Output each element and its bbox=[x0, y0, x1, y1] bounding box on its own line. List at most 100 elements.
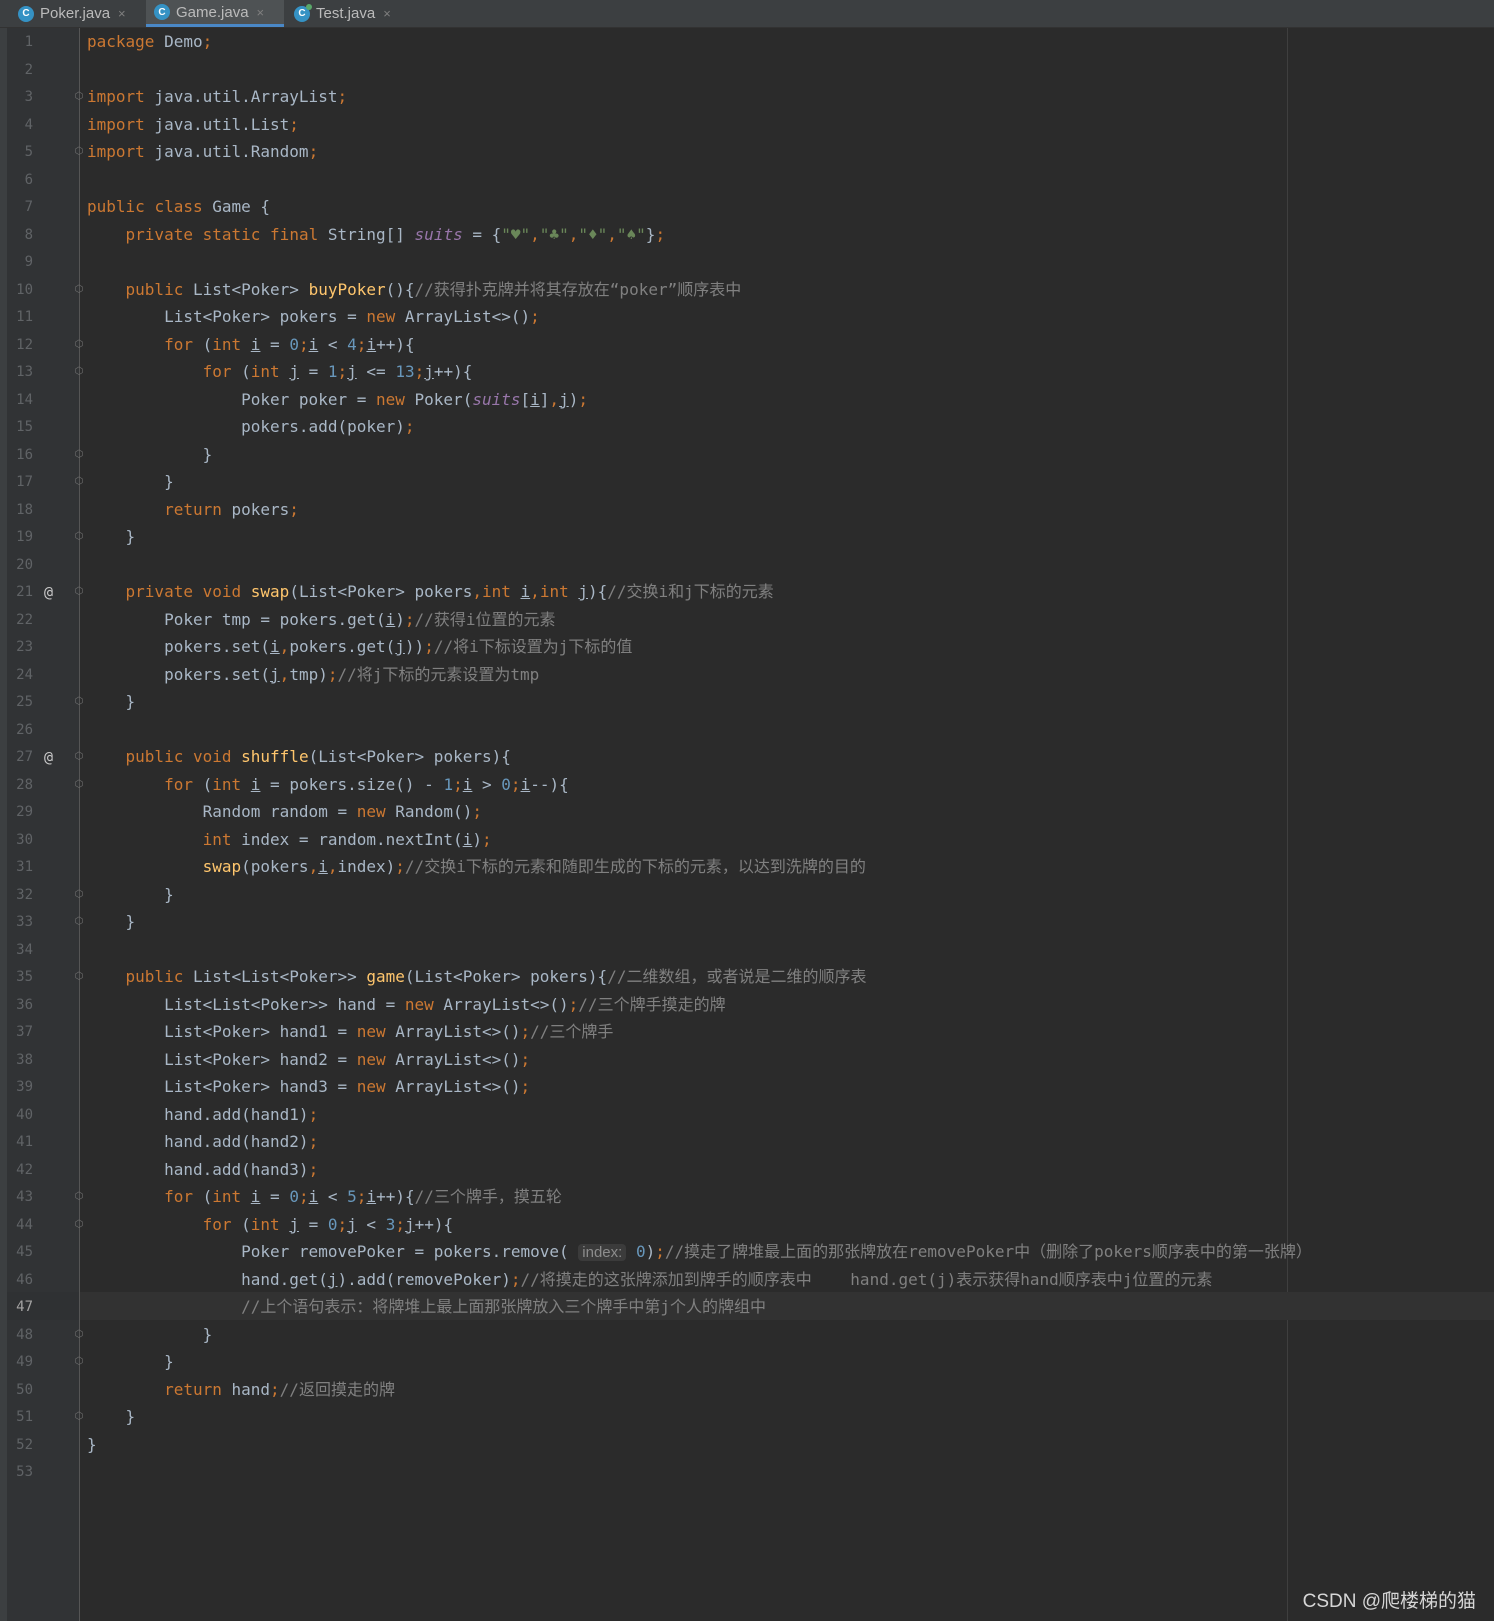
close-icon[interactable]: × bbox=[383, 6, 391, 21]
fold-marker-icon[interactable]: ⬡ bbox=[74, 696, 84, 708]
line-number[interactable]: 13 bbox=[7, 358, 33, 386]
line-number[interactable]: 22 bbox=[7, 606, 33, 634]
line-number[interactable]: 47 bbox=[7, 1293, 33, 1321]
line-number[interactable]: 17 bbox=[7, 468, 33, 496]
fold-marker-icon[interactable]: ⬡ bbox=[74, 1191, 84, 1203]
line-number[interactable]: 34 bbox=[7, 936, 33, 964]
code-line[interactable]: for (int i = 0;i < 5;i++){//三个牌手，摸五轮 bbox=[87, 1183, 562, 1211]
fold-marker-icon[interactable]: ⬡ bbox=[74, 971, 84, 983]
line-number[interactable]: 20 bbox=[7, 551, 33, 579]
line-number[interactable]: 1 bbox=[7, 28, 33, 56]
fold-marker-icon[interactable]: ⬡ bbox=[74, 284, 84, 296]
code-line[interactable]: } bbox=[87, 1321, 213, 1349]
code-line[interactable]: public List<List<Poker>> game(List<Poker… bbox=[87, 963, 867, 991]
code-line[interactable]: swap(pokers,i,index);//交换i下标的元素和随即生成的下标的… bbox=[87, 853, 866, 881]
fold-marker-icon[interactable]: ⬡ bbox=[74, 1411, 84, 1423]
code-line[interactable]: import java.util.ArrayList; bbox=[87, 83, 347, 111]
code-line[interactable]: } bbox=[87, 1348, 174, 1376]
code-line[interactable]: hand.get(j).add(removePoker);//将摸走的这张牌添加… bbox=[87, 1266, 1212, 1294]
line-number[interactable]: 5 bbox=[7, 138, 33, 166]
code-line[interactable]: } bbox=[87, 468, 174, 496]
line-number[interactable]: 15 bbox=[7, 413, 33, 441]
fold-marker-icon[interactable]: ⬡ bbox=[74, 146, 84, 158]
line-number[interactable]: 33 bbox=[7, 908, 33, 936]
fold-marker-icon[interactable]: ⬡ bbox=[74, 476, 84, 488]
line-number[interactable]: 4 bbox=[7, 111, 33, 139]
close-icon[interactable]: × bbox=[257, 5, 265, 20]
line-number[interactable]: 42 bbox=[7, 1156, 33, 1184]
line-number[interactable]: 18 bbox=[7, 496, 33, 524]
code-line[interactable]: private static final String[] suits = {"… bbox=[87, 221, 666, 249]
fold-marker-icon[interactable]: ⬡ bbox=[74, 91, 84, 103]
code-line[interactable]: } bbox=[87, 1403, 136, 1431]
code-line[interactable]: public class Game { bbox=[87, 193, 270, 221]
line-number[interactable]: 51 bbox=[7, 1403, 33, 1431]
code-line[interactable]: for (int j = 1;j <= 13;j++){ bbox=[87, 358, 473, 386]
code-line[interactable]: List<Poker> pokers = new ArrayList<>(); bbox=[87, 303, 540, 331]
line-number[interactable]: 7 bbox=[7, 193, 33, 221]
fold-marker-icon[interactable]: ⬡ bbox=[74, 339, 84, 351]
line-number[interactable]: 53 bbox=[7, 1458, 33, 1486]
code-line[interactable]: return hand;//返回摸走的牌 bbox=[87, 1376, 395, 1404]
line-number[interactable]: 45 bbox=[7, 1238, 33, 1266]
code-line[interactable]: Poker tmp = pokers.get(i);//获得i位置的元素 bbox=[87, 606, 555, 634]
tab-game[interactable]: C Game.java × bbox=[146, 0, 284, 27]
line-number[interactable]: 31 bbox=[7, 853, 33, 881]
line-number[interactable]: 36 bbox=[7, 991, 33, 1019]
code-line[interactable]: } bbox=[87, 441, 213, 469]
line-number[interactable]: 23 bbox=[7, 633, 33, 661]
code-line[interactable]: //上个语句表示：将牌堆上最上面那张牌放入三个牌手中第j个人的牌组中 bbox=[87, 1293, 766, 1321]
line-number[interactable]: 29 bbox=[7, 798, 33, 826]
line-number[interactable]: 46 bbox=[7, 1266, 33, 1294]
code-line[interactable]: List<Poker> hand1 = new ArrayList<>();//… bbox=[87, 1018, 613, 1046]
line-number[interactable]: 27 bbox=[7, 743, 33, 771]
line-number[interactable]: 37 bbox=[7, 1018, 33, 1046]
line-number[interactable]: 38 bbox=[7, 1046, 33, 1074]
fold-marker-icon[interactable]: ⬡ bbox=[74, 586, 84, 598]
code-line[interactable]: for (int i = pokers.size() - 1;i > 0;i--… bbox=[87, 771, 569, 799]
fold-marker-icon[interactable]: ⬡ bbox=[74, 779, 84, 791]
line-number[interactable]: 41 bbox=[7, 1128, 33, 1156]
fold-marker-icon[interactable]: ⬡ bbox=[74, 449, 84, 461]
code-line[interactable]: package Demo; bbox=[87, 28, 212, 56]
line-number[interactable]: 32 bbox=[7, 881, 33, 909]
code-line[interactable]: pokers.set(j,tmp);//将j下标的元素设置为tmp bbox=[87, 661, 539, 689]
code-line[interactable]: int index = random.nextInt(i); bbox=[87, 826, 492, 854]
line-number[interactable]: 28 bbox=[7, 771, 33, 799]
line-number[interactable]: 35 bbox=[7, 963, 33, 991]
line-number[interactable]: 49 bbox=[7, 1348, 33, 1376]
fold-marker-icon[interactable]: ⬡ bbox=[74, 1219, 84, 1231]
fold-marker-icon[interactable]: ⬡ bbox=[74, 751, 84, 763]
code-line[interactable]: } bbox=[87, 881, 174, 909]
code-line[interactable]: public List<Poker> buyPoker(){//获得扑克牌并将其… bbox=[87, 276, 742, 304]
line-number[interactable]: 30 bbox=[7, 826, 33, 854]
line-number[interactable]: 6 bbox=[7, 166, 33, 194]
code-line[interactable]: hand.add(hand1); bbox=[87, 1101, 318, 1129]
line-number[interactable]: 40 bbox=[7, 1101, 33, 1129]
code-line[interactable]: List<Poker> hand3 = new ArrayList<>(); bbox=[87, 1073, 530, 1101]
line-number[interactable]: 25 bbox=[7, 688, 33, 716]
line-number[interactable]: 44 bbox=[7, 1211, 33, 1239]
tab-test[interactable]: C Test.java × bbox=[286, 0, 406, 27]
code-line[interactable]: Poker removePoker = pokers.remove( index… bbox=[87, 1238, 1312, 1266]
override-marker-icon[interactable]: @ bbox=[44, 578, 60, 606]
fold-marker-icon[interactable]: ⬡ bbox=[74, 1356, 84, 1368]
code-line[interactable]: Poker poker = new Poker(suits[i],j); bbox=[87, 386, 588, 414]
fold-marker-icon[interactable]: ⬡ bbox=[74, 531, 84, 543]
code-line[interactable]: hand.add(hand2); bbox=[87, 1128, 318, 1156]
line-number[interactable]: 9 bbox=[7, 248, 33, 276]
code-line[interactable]: } bbox=[87, 1431, 97, 1459]
code-line[interactable]: for (int j = 0;j < 3;j++){ bbox=[87, 1211, 454, 1239]
line-number[interactable]: 16 bbox=[7, 441, 33, 469]
fold-marker-icon[interactable]: ⬡ bbox=[74, 889, 84, 901]
line-number[interactable]: 8 bbox=[7, 221, 33, 249]
line-number[interactable]: 19 bbox=[7, 523, 33, 551]
line-number[interactable]: 43 bbox=[7, 1183, 33, 1211]
line-number[interactable]: 11 bbox=[7, 303, 33, 331]
code-line[interactable]: } bbox=[87, 908, 136, 936]
fold-marker-icon[interactable]: ⬡ bbox=[74, 366, 84, 378]
tab-poker[interactable]: C Poker.java × bbox=[10, 0, 144, 27]
line-number[interactable]: 21 bbox=[7, 578, 33, 606]
line-number[interactable]: 24 bbox=[7, 661, 33, 689]
fold-marker-icon[interactable]: ⬡ bbox=[74, 916, 84, 928]
